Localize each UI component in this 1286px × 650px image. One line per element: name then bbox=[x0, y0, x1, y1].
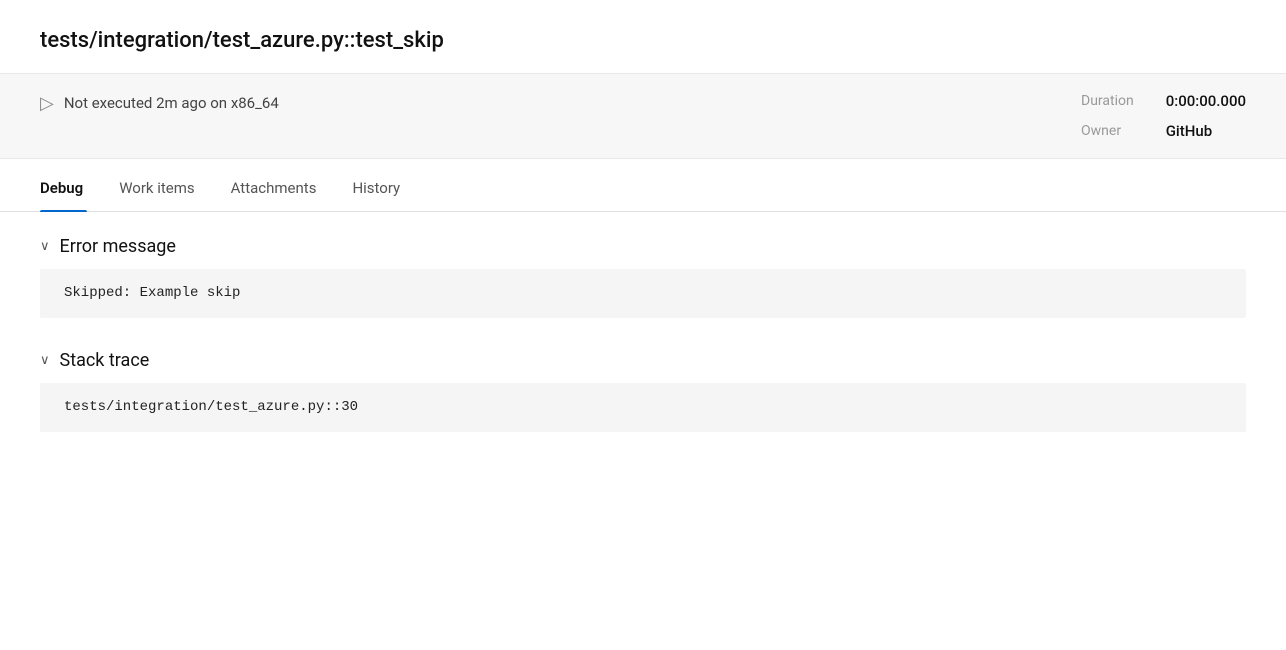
not-executed-icon: ▷ bbox=[40, 93, 54, 114]
tab-history[interactable]: History bbox=[348, 163, 420, 211]
chevron-down-icon: ∨ bbox=[40, 353, 50, 368]
error-message-title: Error message bbox=[60, 236, 176, 257]
stack-trace-section: ∨ Stack trace tests/integration/test_azu… bbox=[40, 350, 1246, 432]
stack-trace-title: Stack trace bbox=[60, 350, 150, 371]
status-section: ▷ Not executed 2m ago on x86_64 bbox=[40, 92, 279, 114]
error-message-section: ∨ Error message Skipped: Example skip bbox=[40, 236, 1246, 318]
error-message-header[interactable]: ∨ Error message bbox=[40, 236, 1246, 257]
tab-attachments[interactable]: Attachments bbox=[227, 163, 337, 211]
tabs-bar: Debug Work items Attachments History bbox=[0, 163, 1286, 212]
stack-trace-content: tests/integration/test_azure.py::30 bbox=[40, 383, 1246, 432]
chevron-down-icon: ∨ bbox=[40, 239, 50, 254]
tab-work-items[interactable]: Work items bbox=[115, 163, 214, 211]
duration-value: 0:00:00.000 bbox=[1166, 92, 1246, 110]
meta-bar: ▷ Not executed 2m ago on x86_64 Duration… bbox=[0, 73, 1286, 159]
error-message-content: Skipped: Example skip bbox=[40, 269, 1246, 318]
stack-trace-header[interactable]: ∨ Stack trace bbox=[40, 350, 1246, 371]
meta-details: Duration 0:00:00.000 Owner GitHub bbox=[1081, 92, 1246, 140]
owner-value: GitHub bbox=[1166, 122, 1246, 140]
status-text: Not executed 2m ago on x86_64 bbox=[64, 94, 279, 112]
duration-label: Duration bbox=[1081, 93, 1134, 109]
owner-label: Owner bbox=[1081, 123, 1134, 139]
page-title: tests/integration/test_azure.py::test_sk… bbox=[0, 0, 1286, 73]
main-content: ∨ Error message Skipped: Example skip ∨ … bbox=[0, 212, 1286, 488]
tab-debug[interactable]: Debug bbox=[40, 163, 103, 211]
